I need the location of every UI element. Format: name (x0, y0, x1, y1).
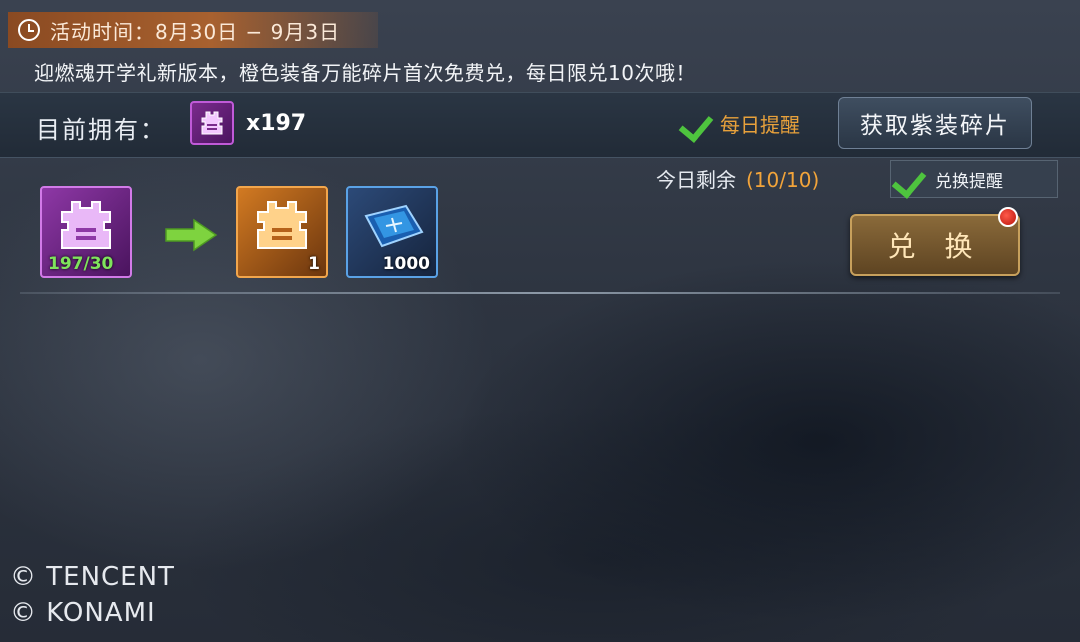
exchange-remind-toggle[interactable]: 兑换提醒 (890, 160, 1058, 198)
purple-armor-piece-icon (61, 201, 111, 249)
orange-armor-piece-icon (257, 201, 307, 249)
purple-piece-small-icon (190, 101, 234, 145)
cost-item-purple-piece[interactable]: 197/30 (40, 186, 132, 278)
exchange-button[interactable]: 兑 换 (850, 214, 1020, 276)
remaining-label: 今日剩余 (656, 168, 736, 192)
copyright-tencent: © TENCENT (10, 562, 175, 592)
owned-bar: 目前拥有： x197 每日提醒 获取紫装碎片 (0, 92, 1080, 158)
daily-remind-toggle[interactable]: 每日提醒 (682, 108, 800, 138)
owned-count: x197 (246, 111, 307, 136)
owned-label: 目前拥有： (36, 116, 166, 144)
reward-count-chip: 1000 (382, 254, 430, 274)
exchange-remind-label: 兑换提醒 (935, 171, 1003, 192)
chip-icon (364, 204, 424, 248)
cost-progress: 197/30 (48, 254, 114, 274)
notification-dot (998, 207, 1018, 227)
event-notice: 迎燃魂开学礼新版本，橙色装备万能碎片首次免费兑，每日限兑10次哦！ (34, 61, 696, 85)
event-time-text: 活动时间：8月30日 − 9月3日 (50, 19, 341, 44)
reward-item-orange-piece[interactable]: 1 (236, 186, 328, 278)
arrow-right-icon (165, 218, 218, 252)
checkmark-icon[interactable] (895, 164, 925, 194)
get-purple-fragments-button[interactable]: 获取紫装碎片 (838, 97, 1032, 149)
remaining-today: 今日剩余 (10/10) (656, 164, 819, 193)
event-time-banner: 活动时间：8月30日 − 9月3日 (8, 12, 378, 48)
clock-icon (18, 19, 40, 41)
copyright-konami: © KONAMI (10, 598, 156, 628)
reward-count-orange: 1 (308, 254, 320, 274)
remaining-count: (10/10) (746, 168, 820, 192)
checkmark-icon[interactable] (682, 108, 712, 138)
row-divider (20, 292, 1060, 294)
reward-item-chip[interactable]: 1000 (346, 186, 438, 278)
daily-remind-label: 每日提醒 (720, 112, 800, 137)
